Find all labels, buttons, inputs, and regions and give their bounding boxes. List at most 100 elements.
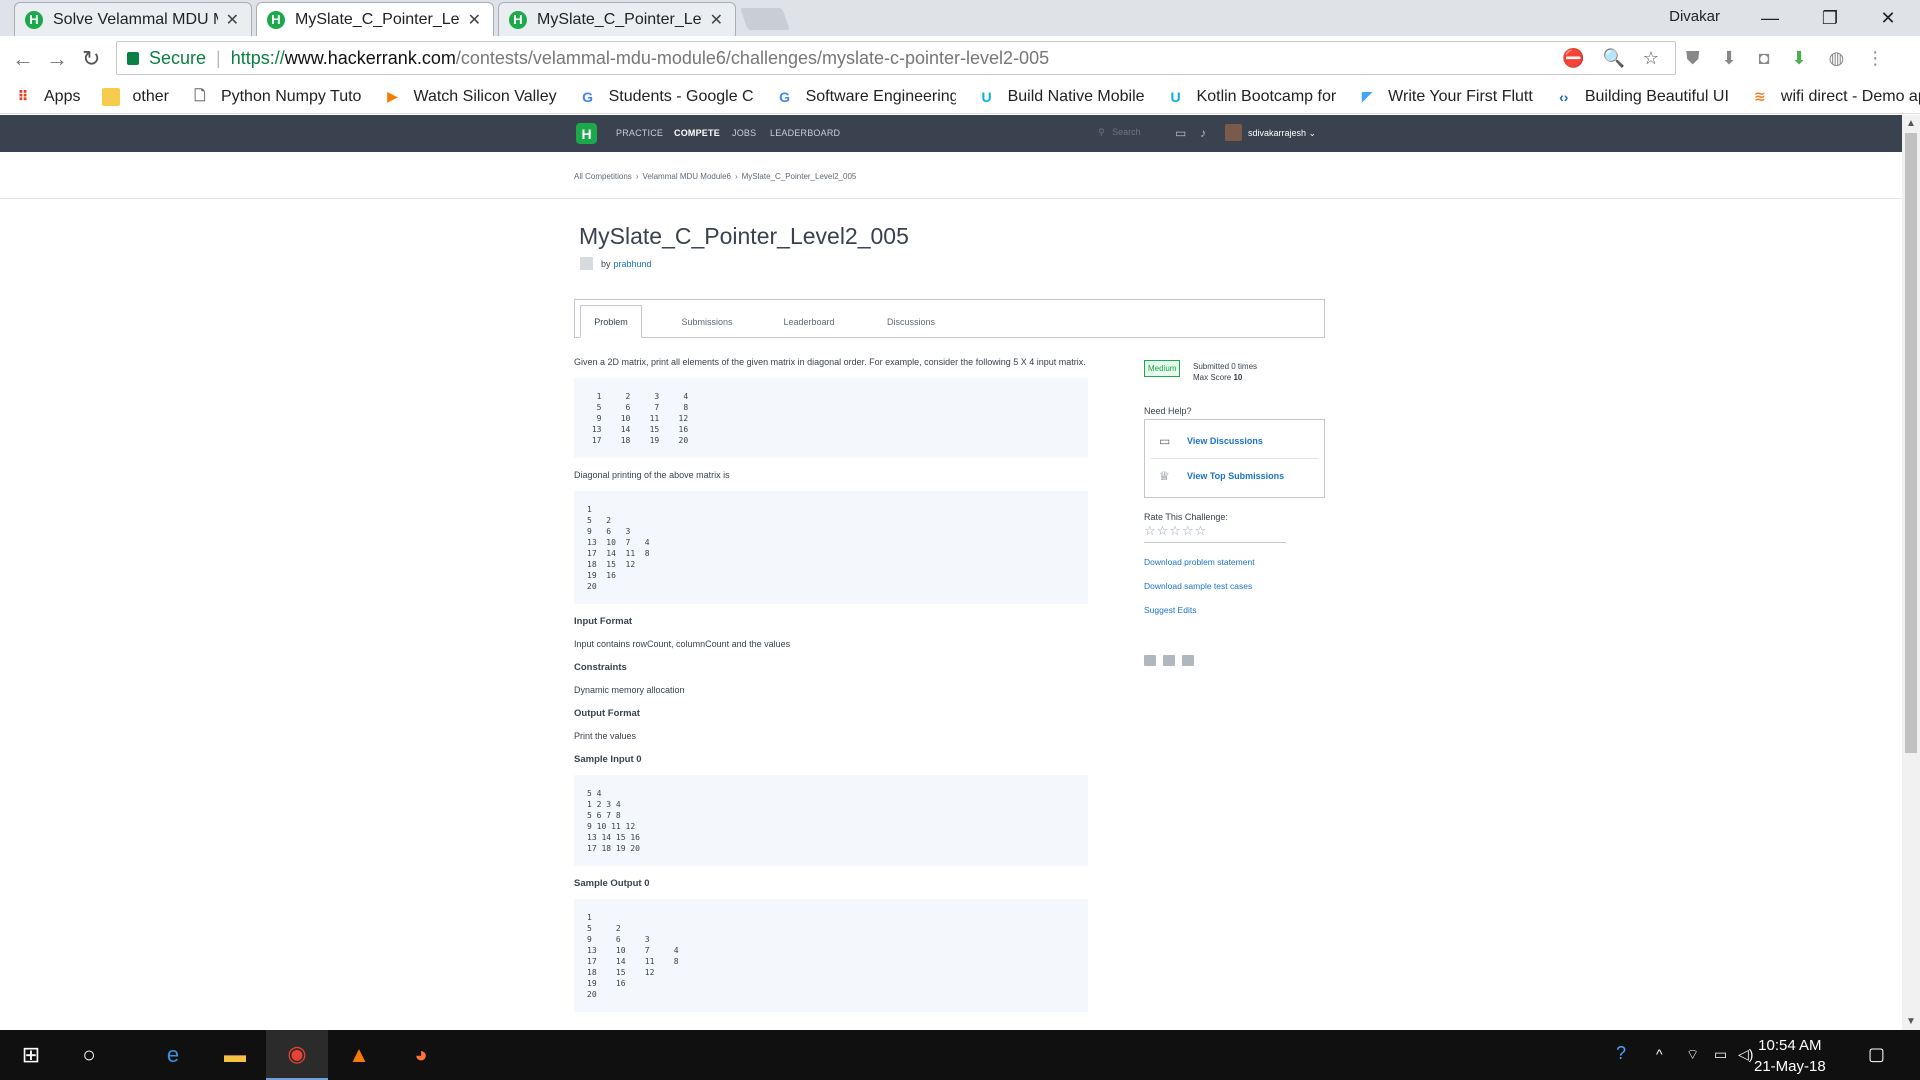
lock-icon — [127, 51, 139, 65]
udacity-icon: U — [1170, 88, 1181, 105]
scrollbar-thumb[interactable] — [1905, 133, 1917, 753]
search-circle-icon[interactable]: ○ — [58, 1030, 120, 1080]
tab-leaderboard[interactable]: Leaderboard — [769, 305, 849, 338]
sample-input-heading: Sample Input 0 — [574, 754, 642, 765]
wifi-icon[interactable]: ⌔ — [1686, 1046, 1699, 1064]
username-menu[interactable]: sdivakarrajesh ⌄ — [1248, 128, 1316, 139]
profile-name[interactable]: Divakar — [1669, 8, 1720, 25]
scroll-up-icon[interactable]: ▲ — [1906, 118, 1916, 129]
apps-grid-icon: ⠿ — [17, 88, 29, 104]
new-tab-button[interactable] — [739, 8, 791, 30]
address-bar[interactable]: Secure | https://www.hackerrank.com/cont… — [116, 41, 1676, 75]
windows-start-icon[interactable]: ⊞ — [0, 1030, 62, 1080]
file-explorer-icon[interactable]: ▬ — [204, 1030, 266, 1080]
download-extension-icon[interactable]: ⬇ — [1722, 48, 1737, 69]
input-format-heading: Input Format — [574, 616, 633, 627]
view-top-submissions-link[interactable]: ♕ View Top Submissions — [1151, 461, 1318, 491]
browser-tab-3[interactable]: H MySlate_C_Pointer_Level2 ✕ — [498, 2, 736, 36]
browser-tab-2[interactable]: H MySlate_C_Pointer_Level2 ✕ — [256, 2, 494, 36]
breadcrumb-all-competitions[interactable]: All Competitions — [574, 172, 632, 181]
taskbar-clock[interactable]: 10:54 AM 21-May-18 — [1754, 1035, 1826, 1077]
author-link[interactable]: prabhund — [614, 259, 652, 269]
max-score-label: Max Score — [1193, 373, 1232, 382]
challenge-author: by prabhund — [580, 257, 652, 270]
bookmark-star-icon[interactable]: ☆ — [1643, 48, 1659, 69]
user-avatar[interactable] — [1225, 124, 1242, 141]
messages-icon[interactable]: ▭ — [1175, 126, 1186, 140]
close-tab-icon[interactable]: ✕ — [226, 10, 239, 30]
volume-icon[interactable]: ◁) — [1738, 1046, 1753, 1063]
globe-extension-icon[interactable]: ◍ — [1829, 48, 1845, 69]
bookmark-building-beautiful-ui[interactable]: ‹› Building Beautiful UI — [1555, 88, 1729, 106]
hackerrank-logo[interactable]: H — [576, 123, 597, 144]
tab-problem[interactable]: Problem — [580, 305, 642, 338]
rating-stars[interactable]: ☆☆☆☆☆ — [1144, 523, 1286, 543]
download-sample-tests-link[interactable]: Download sample test cases — [1144, 581, 1325, 591]
back-icon[interactable]: ← — [12, 46, 34, 72]
nav-leaderboard[interactable]: LEADERBOARD — [770, 128, 840, 138]
browser-tab-1[interactable]: H Solve Velammal MDU Mo ✕ — [14, 2, 252, 36]
page-scrollbar[interactable]: ▲ ▼ — [1902, 115, 1920, 1030]
restore-icon[interactable]: ❐ — [1800, 4, 1860, 32]
nav-jobs[interactable]: JOBS — [732, 128, 756, 138]
reload-icon[interactable]: ↻ — [82, 46, 100, 72]
help-tray-icon[interactable]: ? — [1616, 1043, 1626, 1064]
bookmark-label: Watch Silicon Valley — [413, 87, 557, 105]
difficulty-badge: Medium — [1144, 360, 1181, 377]
chevron-right-icon: › — [734, 172, 738, 181]
bookmark-label: wifi direct - Demo ap — [1780, 87, 1920, 105]
bookmark-python-numpy[interactable]: 🗋 Python Numpy Tuto — [191, 86, 362, 106]
chevron-up-icon[interactable]: ^ — [1656, 1046, 1663, 1062]
suggest-edits-link[interactable]: Suggest Edits — [1144, 605, 1325, 615]
twitter-icon[interactable] — [1163, 655, 1175, 666]
secure-indicator[interactable]: Secure — [127, 48, 206, 69]
menu-kebab-icon[interactable]: ⋮ — [1866, 48, 1884, 69]
forward-icon[interactable]: → — [46, 46, 68, 72]
stack-icon: ≋ — [1754, 88, 1766, 104]
view-discussions-link[interactable]: ▭ View Discussions — [1151, 426, 1318, 456]
close-window-icon[interactable]: ✕ — [1858, 4, 1918, 32]
green-download-extension-icon[interactable]: ⬇ — [1791, 48, 1806, 69]
tab-submissions[interactable]: Submissions — [667, 305, 747, 338]
bookmark-kotlin-bootcamp[interactable]: U Kotlin Bootcamp for — [1167, 88, 1336, 106]
nav-practice[interactable]: PRACTICE — [616, 128, 663, 138]
scroll-down-icon[interactable]: ▼ — [1906, 1016, 1916, 1027]
bookmark-apps[interactable]: ⠿ Apps — [14, 88, 81, 106]
sample-output-code-block: 1 5 2 9 6 3 13 10 7 4 17 14 11 8 18 15 1… — [574, 899, 1088, 1012]
problem-tabs: Problem Submissions Leaderboard Discussi… — [574, 299, 1325, 338]
notifications-bell-icon[interactable]: ♪ — [1200, 126, 1206, 140]
facebook-icon[interactable] — [1144, 655, 1156, 666]
breadcrumb-challenge[interactable]: MySlate_C_Pointer_Level2_005 — [742, 172, 857, 181]
bookmark-other[interactable]: other — [102, 87, 169, 106]
nav-search[interactable]: ⚲ Search — [1098, 127, 1141, 138]
search-icon: ⚲ — [1098, 127, 1105, 137]
zoom-icon[interactable]: 🔍 — [1602, 48, 1624, 69]
bookmark-flutter[interactable]: ◤ Write Your First Flutt — [1358, 88, 1533, 106]
play-icon: ▶ — [387, 88, 398, 104]
chrome-icon[interactable]: ◉ — [266, 1030, 328, 1080]
close-tab-icon[interactable]: ✕ — [710, 10, 723, 30]
bookmark-students-google[interactable]: G Students - Google C — [579, 88, 753, 106]
blocked-content-icon[interactable]: ⛔ — [1562, 48, 1584, 69]
matrix-code-block: 1 2 3 4 5 6 7 8 9 10 11 12 13 14 15 16 1… — [574, 378, 1088, 458]
edge-icon[interactable]: e — [142, 1030, 204, 1080]
bookmark-silicon-valley[interactable]: ▶ Watch Silicon Valley — [383, 87, 557, 106]
download-problem-statement-link[interactable]: Download problem statement — [1144, 557, 1325, 567]
action-center-icon[interactable]: ▢ — [1868, 1044, 1885, 1065]
vlc-icon[interactable]: ▲ — [328, 1030, 390, 1080]
minimize-icon[interactable]: — — [1740, 4, 1800, 32]
nav-compete[interactable]: COMPETE — [674, 128, 720, 138]
linkedin-icon[interactable] — [1182, 655, 1194, 666]
bookmark-wifi-direct[interactable]: ≋ wifi direct - Demo ap — [1751, 88, 1920, 106]
keyhole-extension-icon[interactable]: ◘ — [1759, 48, 1770, 69]
firefox-icon[interactable]: ◕ — [390, 1030, 452, 1080]
page-icon: 🗋 — [194, 86, 206, 103]
breadcrumb-contest[interactable]: Velammal MDU Module6 — [642, 172, 730, 181]
battery-icon[interactable]: ▭ — [1714, 1046, 1727, 1063]
bookmark-label: Python Numpy Tuto — [220, 87, 362, 105]
tab-discussions[interactable]: Discussions — [871, 305, 951, 338]
close-tab-icon[interactable]: ✕ — [468, 10, 481, 30]
bookmark-build-native-mobile[interactable]: U Build Native Mobile — [978, 88, 1145, 106]
shield-extension-icon[interactable]: ⛊ — [1686, 48, 1700, 69]
bookmark-software-engineering[interactable]: G Software Engineering — [776, 88, 955, 106]
